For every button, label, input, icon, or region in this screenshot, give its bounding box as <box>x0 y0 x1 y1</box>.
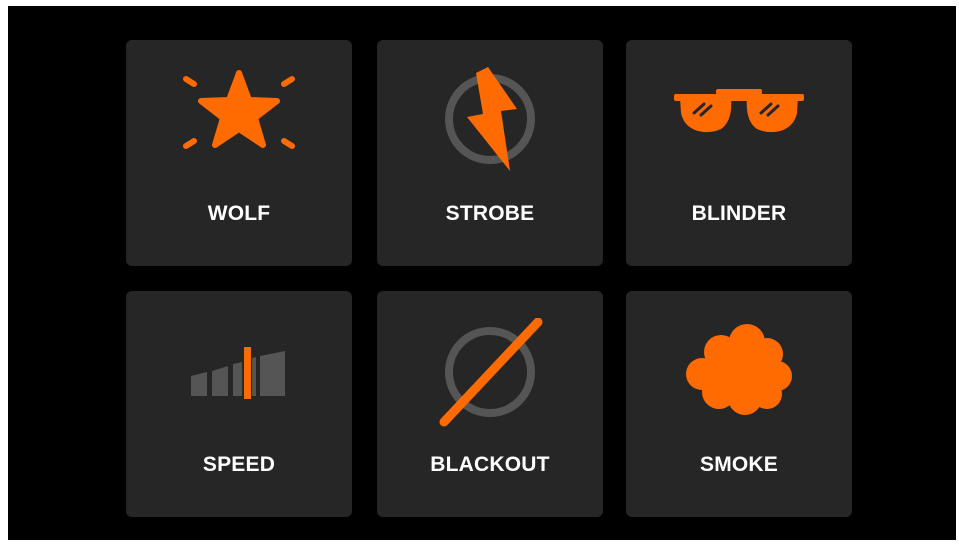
wolf-button[interactable]: WOLF <box>126 40 352 266</box>
strobe-label: STROBE <box>445 202 535 225</box>
star-burst-icon <box>126 54 352 190</box>
blackout-button[interactable]: BLACKOUT <box>377 291 603 517</box>
smoke-button[interactable]: SMOKE <box>626 291 852 517</box>
strobe-button[interactable]: STROBE <box>377 40 603 266</box>
wolf-label: WOLF <box>207 202 271 225</box>
speed-label: SPEED <box>202 453 276 476</box>
lightning-circle-icon <box>377 54 603 190</box>
blinder-button[interactable]: BLINDER <box>626 40 852 266</box>
speed-button[interactable]: SPEED <box>126 291 352 517</box>
blinder-label: BLINDER <box>691 202 787 225</box>
blackout-label: BLACKOUT <box>430 453 550 476</box>
smoke-cloud-icon <box>626 305 852 441</box>
sunglasses-icon <box>626 54 852 190</box>
smoke-label: SMOKE <box>699 453 778 476</box>
speed-bars-icon <box>126 305 352 441</box>
effects-panel: WOLF STROBE BLINDER SPEED BLACKOUT SMOKE <box>8 6 956 540</box>
slashed-circle-icon <box>377 305 603 441</box>
